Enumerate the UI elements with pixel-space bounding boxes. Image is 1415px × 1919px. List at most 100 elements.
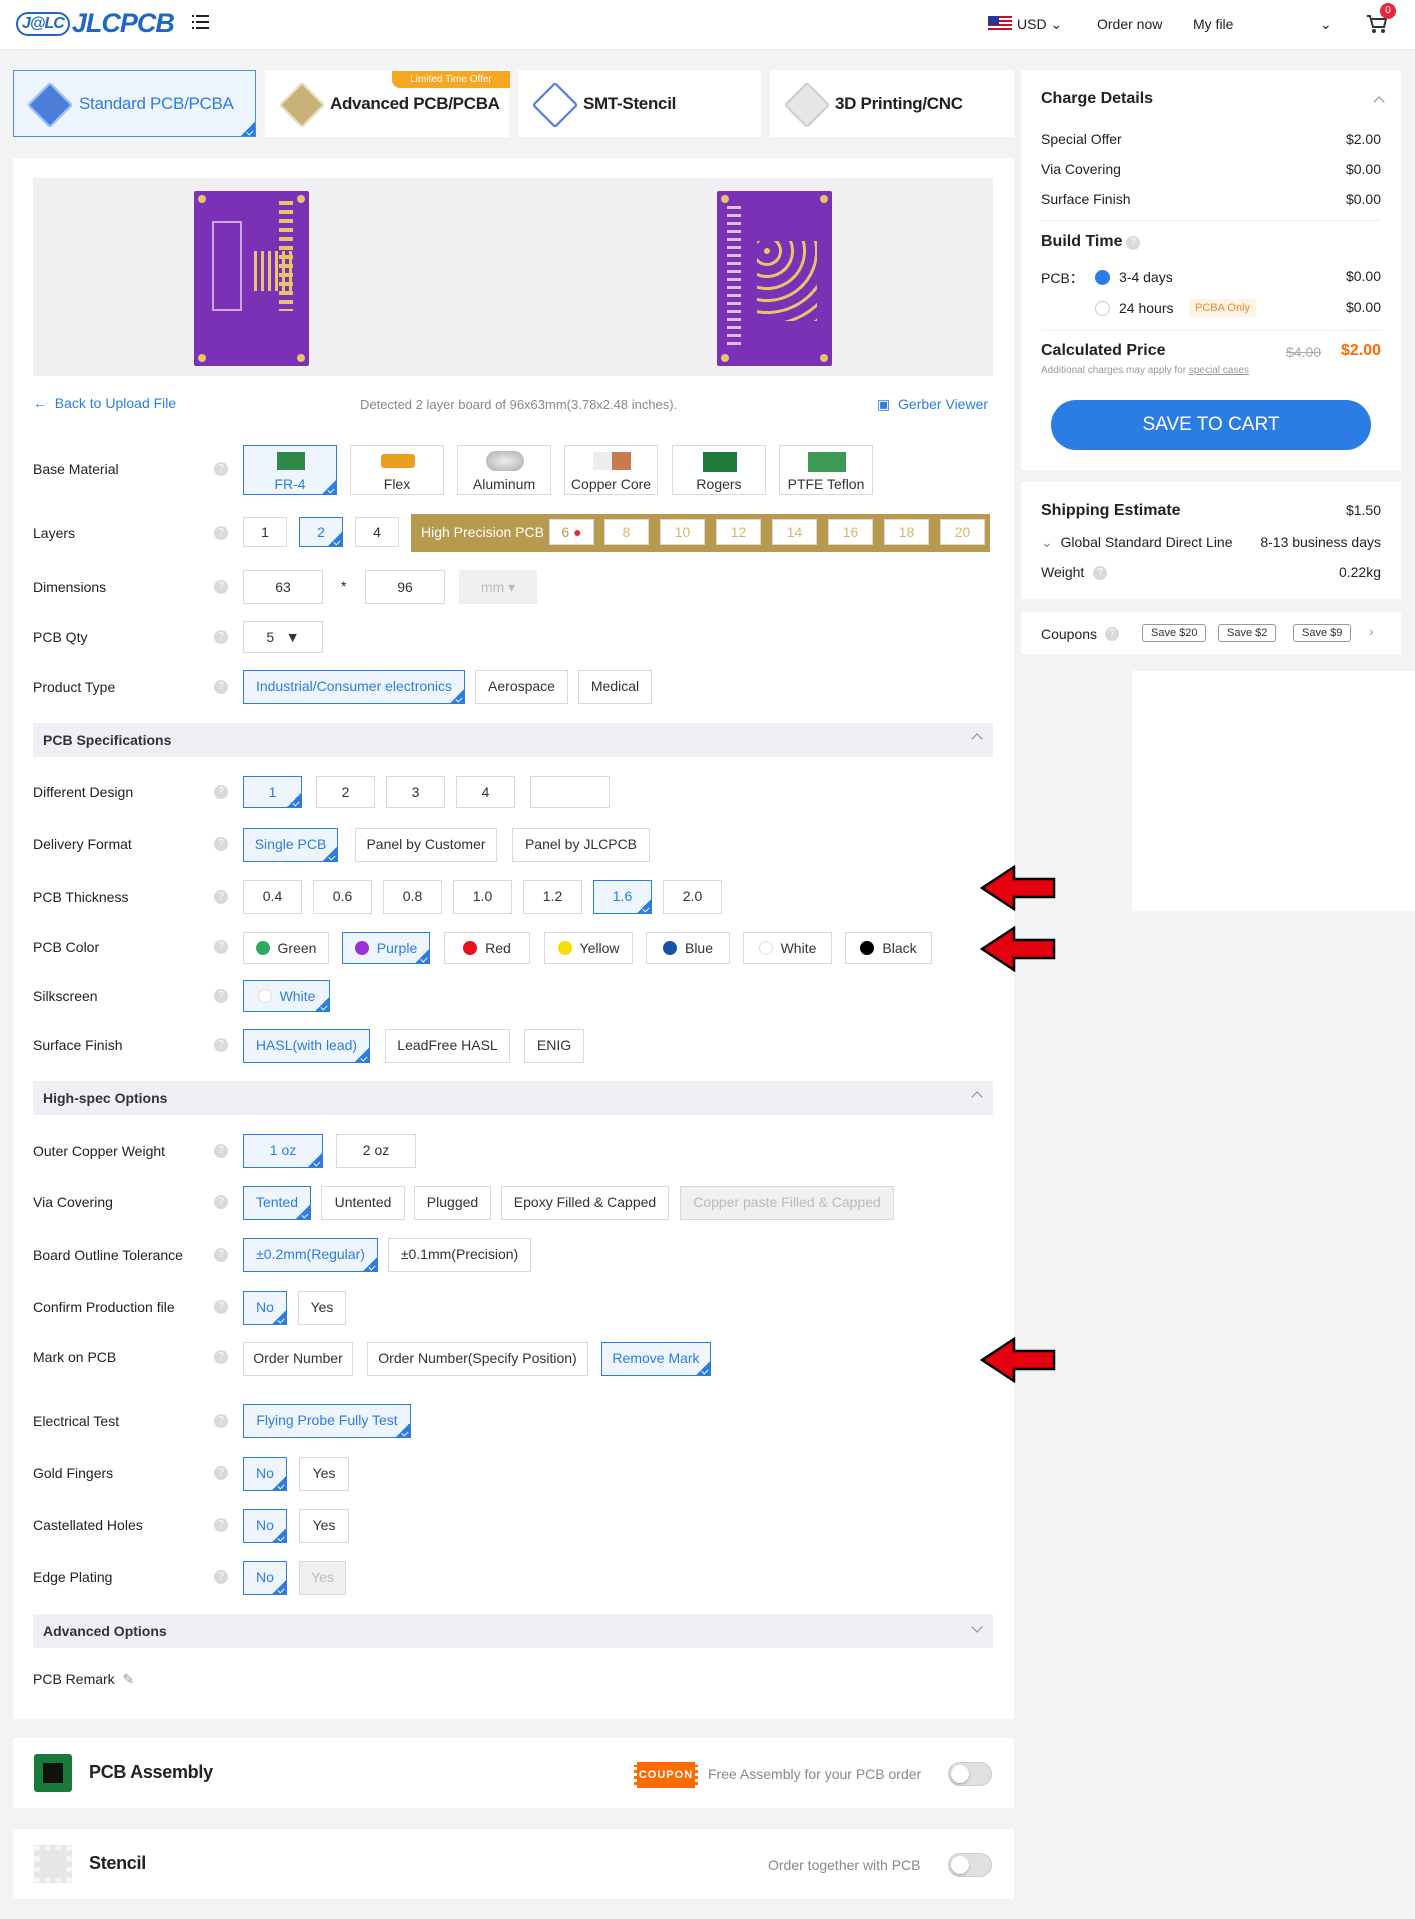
confirm-no[interactable]: No <box>243 1291 287 1325</box>
radio-24-hours[interactable] <box>1095 301 1110 316</box>
help-icon[interactable]: ? <box>1105 627 1119 641</box>
tab-3d-printing[interactable]: 3D Printing/CNC <box>770 70 1014 137</box>
shipping-method-select[interactable]: ⌄ Global Standard Direct Line <box>1041 534 1233 551</box>
castellated-yes[interactable]: Yes <box>299 1509 349 1543</box>
help-icon[interactable]: ? <box>214 1570 228 1584</box>
copper-1oz[interactable]: 1 oz <box>243 1134 323 1168</box>
layers-6[interactable]: 6 ● <box>549 519 594 545</box>
thickness-0-6[interactable]: 0.6 <box>313 880 372 914</box>
layers-1[interactable]: 1 <box>243 517 287 547</box>
back-to-upload-link[interactable]: ← Back to Upload File <box>33 395 176 411</box>
menu-icon[interactable] <box>192 15 209 31</box>
gerber-viewer-link[interactable]: ▣ Gerber Viewer <box>877 396 988 413</box>
product-type-aerospace[interactable]: Aerospace <box>475 670 568 704</box>
help-icon[interactable]: ? <box>214 785 228 799</box>
coupon-save-20[interactable]: Save $20 <box>1142 624 1207 642</box>
material-aluminum[interactable]: Aluminum <box>457 445 551 495</box>
edge-plating-yes[interactable]: Yes <box>299 1561 346 1595</box>
tab-standard-pcb[interactable]: Standard PCB/PCBA <box>13 70 256 137</box>
help-icon[interactable]: ? <box>1126 236 1140 250</box>
currency-select[interactable]: USD ⌄ <box>1017 16 1062 33</box>
help-icon[interactable]: ? <box>214 580 228 594</box>
coupon-save-9[interactable]: Save $9 <box>1293 624 1352 642</box>
delivery-panel-jlcpcb[interactable]: Panel by JLCPCB <box>512 828 650 862</box>
help-icon[interactable]: ? <box>214 837 228 851</box>
layers-20[interactable]: 20 <box>940 519 985 545</box>
layers-14[interactable]: 14 <box>772 519 817 545</box>
order-now-link[interactable]: Order now <box>1097 16 1162 32</box>
stencil-toggle[interactable] <box>948 1853 992 1877</box>
thickness-0-8[interactable]: 0.8 <box>383 880 442 914</box>
coupon-save-2[interactable]: Save $2 <box>1218 624 1277 642</box>
different-design-custom-input[interactable] <box>530 776 610 808</box>
pcb-qty-select[interactable]: 5 ▼ <box>243 621 323 653</box>
help-icon[interactable]: ? <box>1093 566 1107 580</box>
confirm-yes[interactable]: Yes <box>298 1291 346 1325</box>
jlcpcb-logo[interactable]: J@LC JLCPCB <box>16 8 175 39</box>
help-icon[interactable]: ? <box>214 1300 228 1314</box>
color-black[interactable]: Black <box>845 932 932 964</box>
help-icon[interactable]: ? <box>214 1248 228 1262</box>
help-icon[interactable]: ? <box>214 1038 228 1052</box>
pcb-remark-label[interactable]: PCB Remark ✎ <box>33 1671 134 1688</box>
pcb-specifications-section[interactable]: PCB Specifications <box>33 723 993 757</box>
help-icon[interactable]: ? <box>214 1144 228 1158</box>
tab-smt-stencil[interactable]: SMT-Stencil <box>518 70 761 137</box>
material-ptfe[interactable]: PTFE Teflon <box>779 445 873 495</box>
thickness-2-0[interactable]: 2.0 <box>663 880 722 914</box>
help-icon[interactable]: ? <box>214 1350 228 1364</box>
help-icon[interactable]: ? <box>214 462 228 476</box>
radio-3-4-days[interactable] <box>1095 270 1110 285</box>
surface-leadfree-hasl[interactable]: LeadFree HASL <box>385 1029 510 1063</box>
castellated-no[interactable]: No <box>243 1509 287 1543</box>
help-icon[interactable]: ? <box>214 526 228 540</box>
thickness-0-4[interactable]: 0.4 <box>243 880 302 914</box>
delivery-single-pcb[interactable]: Single PCB <box>243 828 338 862</box>
help-icon[interactable]: ? <box>214 1195 228 1209</box>
thickness-1-0[interactable]: 1.0 <box>453 880 512 914</box>
color-blue[interactable]: Blue <box>646 932 730 964</box>
help-icon[interactable]: ? <box>214 630 228 644</box>
high-spec-options-section[interactable]: High-spec Options <box>33 1081 993 1115</box>
different-design-4[interactable]: 4 <box>456 776 515 808</box>
thickness-1-6[interactable]: 1.6 <box>593 880 652 914</box>
different-design-2[interactable]: 2 <box>316 776 375 808</box>
help-icon[interactable]: ? <box>214 989 228 1003</box>
layers-4[interactable]: 4 <box>355 517 399 547</box>
silkscreen-white[interactable]: White <box>243 980 330 1012</box>
chevron-right-icon[interactable]: › <box>1369 623 1374 639</box>
layers-10[interactable]: 10 <box>660 519 705 545</box>
product-type-medical[interactable]: Medical <box>578 670 652 704</box>
chevron-up-icon[interactable] <box>1373 96 1385 108</box>
material-copper-core[interactable]: Copper Core <box>564 445 658 495</box>
edge-plating-no[interactable]: No <box>243 1561 287 1595</box>
layers-2[interactable]: 2 <box>299 517 343 547</box>
my-file-link[interactable]: My file <box>1193 16 1233 32</box>
advanced-options-section[interactable]: Advanced Options <box>33 1614 993 1648</box>
via-epoxy-filled[interactable]: Epoxy Filled & Capped <box>501 1186 669 1220</box>
pcb-assembly-toggle[interactable] <box>948 1762 992 1786</box>
gold-fingers-yes[interactable]: Yes <box>299 1457 349 1491</box>
via-copper-paste[interactable]: Copper paste Filled & Capped <box>680 1186 894 1220</box>
color-yellow[interactable]: Yellow <box>544 932 633 964</box>
different-design-1[interactable]: 1 <box>243 776 302 808</box>
via-plugged[interactable]: Plugged <box>414 1186 491 1220</box>
help-icon[interactable]: ? <box>214 680 228 694</box>
tolerance-precision[interactable]: ±0.1mm(Precision) <box>388 1238 531 1272</box>
special-cases-link[interactable]: special cases <box>1189 365 1249 376</box>
via-untented[interactable]: Untented <box>321 1186 405 1220</box>
help-icon[interactable]: ? <box>214 940 228 954</box>
material-rogers[interactable]: Rogers <box>672 445 766 495</box>
layers-18[interactable]: 18 <box>884 519 929 545</box>
color-white[interactable]: White <box>743 932 832 964</box>
mark-order-number[interactable]: Order Number <box>243 1342 353 1376</box>
mark-order-number-position[interactable]: Order Number(Specify Position) <box>367 1342 588 1376</box>
product-type-industrial[interactable]: Industrial/Consumer electronics <box>243 670 465 704</box>
help-icon[interactable]: ? <box>214 1518 228 1532</box>
different-design-3[interactable]: 3 <box>386 776 445 808</box>
help-icon[interactable]: ? <box>214 890 228 904</box>
unit-select[interactable]: mm ▾ <box>459 570 537 604</box>
surface-enig[interactable]: ENIG <box>524 1029 584 1063</box>
copper-2oz[interactable]: 2 oz <box>336 1134 416 1168</box>
layers-8[interactable]: 8 <box>604 519 649 545</box>
